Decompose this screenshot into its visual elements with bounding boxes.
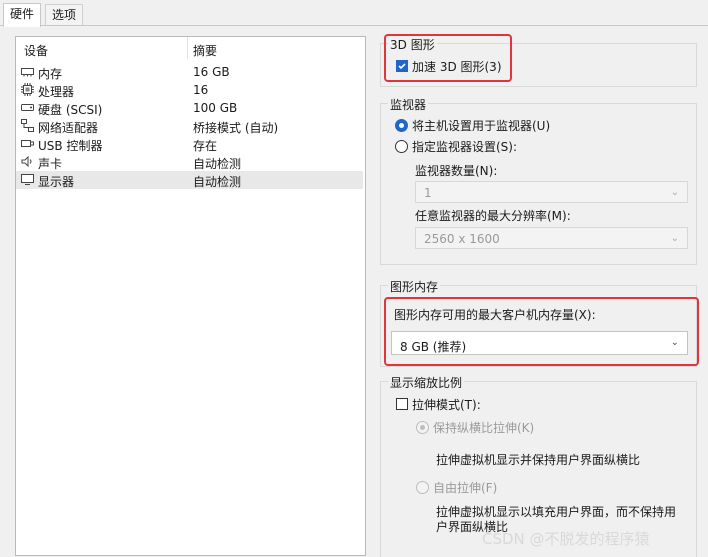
use-host-setting-radio[interactable] [395, 119, 408, 132]
device-summary: 100 GB [193, 101, 238, 115]
device-summary: 16 GB [193, 65, 230, 79]
group-title-display-scaling: 显示缩放比例 [388, 374, 465, 391]
device-row-memory[interactable]: 内存 16 GB [16, 63, 363, 81]
stretch-mode-checkbox[interactable] [396, 398, 408, 410]
column-header-summary[interactable]: 摘要 [193, 42, 217, 59]
chevron-down-icon: ⌄ [670, 187, 679, 198]
device-list-header: 设备 摘要 [16, 37, 365, 59]
usb-icon [21, 140, 34, 147]
monitor-count-select[interactable]: 1 ⌄ [415, 181, 688, 203]
stretch-mode-label[interactable]: 拉伸模式(T): [412, 396, 481, 413]
device-name: 声卡 [38, 157, 63, 171]
highlight-graphics-memory [384, 297, 699, 366]
hard-disk-icon [21, 104, 34, 111]
highlight-3d-graphics [384, 34, 512, 82]
column-header-device[interactable]: 设备 [24, 42, 48, 59]
device-summary: 桥接模式 (自动) [193, 121, 279, 135]
free-stretch-radio[interactable] [416, 481, 429, 494]
max-resolution-value: 2560 x 1600 [424, 232, 500, 246]
device-summary: 16 [193, 83, 209, 97]
device-summary: 存在 [193, 139, 218, 153]
device-name: USB 控制器 [38, 139, 103, 153]
max-resolution-label: 任意监视器的最大分辨率(M): [415, 209, 571, 223]
device-row-network-adapter[interactable]: 网络适配器 桥接模式 (自动) [16, 117, 363, 135]
device-name: 内存 [38, 67, 63, 81]
memory-icon [21, 68, 34, 77]
device-row-usb-controller[interactable]: USB 控制器 存在 [16, 135, 363, 153]
tab-hardware[interactable]: 硬件 [3, 3, 42, 27]
device-summary: 自动检测 [193, 157, 242, 171]
free-stretch-label[interactable]: 自由拉伸(F) [433, 479, 497, 496]
keep-aspect-ratio-label[interactable]: 保持纵横比拉伸(K) [433, 419, 534, 436]
speaker-icon [21, 156, 32, 167]
keep-aspect-ratio-description: 拉伸虚拟机显示并保持用户界面纵横比 [436, 453, 641, 467]
device-list[interactable]: 设备 摘要 内存 16 GB 处理器 16 硬盘 (SCSI) 100 GB 网… [15, 36, 366, 556]
max-resolution-select[interactable]: 2560 x 1600 ⌄ [415, 227, 688, 249]
device-row-processor[interactable]: 处理器 16 [16, 81, 363, 99]
chevron-down-icon: ⌄ [670, 233, 679, 244]
device-name: 网络适配器 [38, 121, 99, 135]
cpu-icon [21, 83, 34, 96]
device-name: 硬盘 (SCSI) [38, 103, 103, 117]
monitor-count-value: 1 [424, 186, 432, 200]
specify-monitor-settings-radio[interactable] [395, 140, 408, 153]
keep-aspect-ratio-radio[interactable] [416, 421, 429, 434]
group-title-monitor: 监视器 [388, 96, 429, 113]
tab-options[interactable]: 选项 [45, 4, 84, 25]
device-row-sound-card[interactable]: 声卡 自动检测 [16, 153, 363, 171]
monitor-icon [21, 174, 34, 185]
device-name: 处理器 [38, 85, 75, 99]
device-row-hard-disk[interactable]: 硬盘 (SCSI) 100 GB [16, 99, 363, 117]
network-adapter-icon [21, 119, 34, 132]
watermark: CSDN @不脱发的程序猿 [482, 530, 650, 548]
device-name: 显示器 [38, 175, 75, 189]
monitor-count-label: 监视器数量(N): [415, 164, 498, 178]
device-row-display[interactable]: 显示器 自动检测 [16, 171, 363, 189]
device-summary: 自动检测 [193, 175, 242, 189]
specify-monitor-settings-label[interactable]: 指定监视器设置(S): [412, 138, 517, 155]
group-title-graphics-memory: 图形内存 [388, 278, 441, 295]
use-host-setting-label[interactable]: 将主机设置用于监视器(U) [412, 117, 550, 134]
